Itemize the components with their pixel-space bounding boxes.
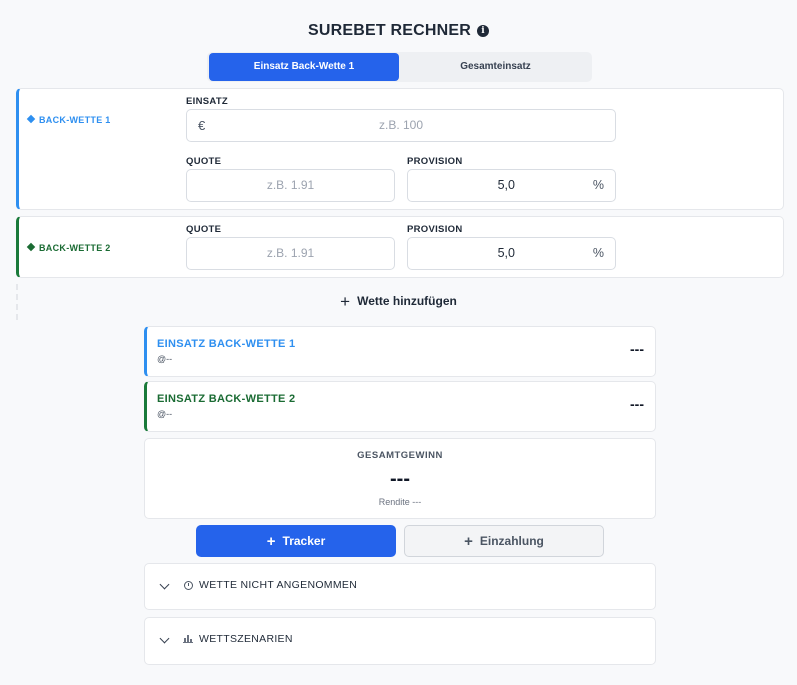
total-value: --- (390, 468, 410, 490)
total-profit-card: GESAMTGEWINN --- Rendite --- (144, 438, 656, 519)
stake-input[interactable]: € z.B. 100 (186, 109, 616, 142)
odds-label: QUOTE (186, 224, 222, 235)
diamond-icon (26, 114, 36, 124)
accordion-title: WETTE NICHT ANGENOMMEN (199, 579, 358, 591)
mode-toggle: Einsatz Back-Wette 1 Gesamteinsatz (207, 52, 592, 82)
stake-placeholder: z.B. 100 (378, 118, 424, 132)
commission-value: 5,0 (497, 178, 515, 192)
commission-label: PROVISION (407, 156, 463, 167)
plus-icon: + (266, 533, 276, 550)
plus-icon: + (464, 533, 473, 550)
accordion-bet-scenarios[interactable]: WETTSZENARIEN (144, 617, 656, 665)
odds-input-2[interactable]: z.B. 1.91 (186, 237, 395, 270)
chevron-down-icon (159, 633, 170, 644)
plus-icon: + (340, 292, 351, 311)
bet-card-1: BACK-WETTE 1 EINSATZ € z.B. 100 QUOTE z.… (16, 88, 784, 210)
tracker-button[interactable]: + Tracker (196, 525, 396, 557)
chevron-down-icon (159, 579, 170, 590)
bet-2-label: BACK-WETTE 2 (26, 242, 111, 253)
deposit-button[interactable]: + Einzahlung (404, 525, 604, 557)
result-card-2: EINSATZ BACK-WETTE 2 @-- --- (144, 381, 656, 432)
percent-suffix: % (592, 178, 604, 192)
result-value: --- (630, 341, 644, 357)
result-value: --- (630, 396, 644, 412)
stake-label: EINSATZ (186, 96, 229, 107)
odds-placeholder: z.B. 1.91 (266, 178, 315, 192)
percent-suffix: % (592, 246, 604, 260)
odds-placeholder: z.B. 1.91 (266, 246, 315, 260)
odds-input-1[interactable]: z.B. 1.91 (186, 169, 395, 202)
tracker-label: Tracker (282, 534, 326, 548)
yield-text: Rendite --- (378, 497, 422, 507)
bet-1-label-text: BACK-WETTE 1 (39, 115, 111, 125)
info-icon[interactable]: i (477, 25, 489, 37)
page-header: SUREBET RECHNER i (0, 22, 797, 40)
commission-input-2[interactable]: 5,0 % (407, 237, 616, 270)
tab-gesamteinsatz[interactable]: Gesamteinsatz (401, 53, 590, 81)
bet-1-label: BACK-WETTE 1 (26, 114, 111, 125)
commission-input-1[interactable]: 5,0 % (407, 169, 616, 202)
bet-2-label-text: BACK-WETTE 2 (39, 243, 111, 253)
diamond-icon (26, 242, 36, 252)
add-bet-label: Wette hinzufügen (357, 294, 457, 308)
clock-icon (184, 581, 193, 590)
commission-label: PROVISION (407, 224, 463, 235)
add-bet-button[interactable]: + Wette hinzufügen (0, 292, 797, 312)
bar-chart-icon (183, 633, 193, 646)
odds-label: QUOTE (186, 156, 222, 167)
page-title: SUREBET RECHNER (307, 22, 471, 39)
total-title: GESAMTGEWINN (357, 450, 443, 461)
result-odds: @-- (157, 409, 173, 419)
result-card-1: EINSATZ BACK-WETTE 1 @-- --- (144, 326, 656, 377)
tab-einsatz-back-wette-1[interactable]: Einsatz Back-Wette 1 (209, 53, 399, 81)
deposit-label: Einzahlung (479, 534, 544, 548)
commission-value: 5,0 (497, 246, 515, 260)
result-title: EINSATZ BACK-WETTE 1 (157, 338, 296, 350)
result-odds: @-- (157, 354, 173, 364)
accordion-title: WETTSZENARIEN (199, 633, 293, 645)
bet-card-2: BACK-WETTE 2 QUOTE z.B. 1.91 PROVISION 5… (16, 216, 784, 278)
accordion-bet-not-accepted[interactable]: WETTE NICHT ANGENOMMEN (144, 563, 656, 610)
result-title: EINSATZ BACK-WETTE 2 (157, 393, 296, 405)
